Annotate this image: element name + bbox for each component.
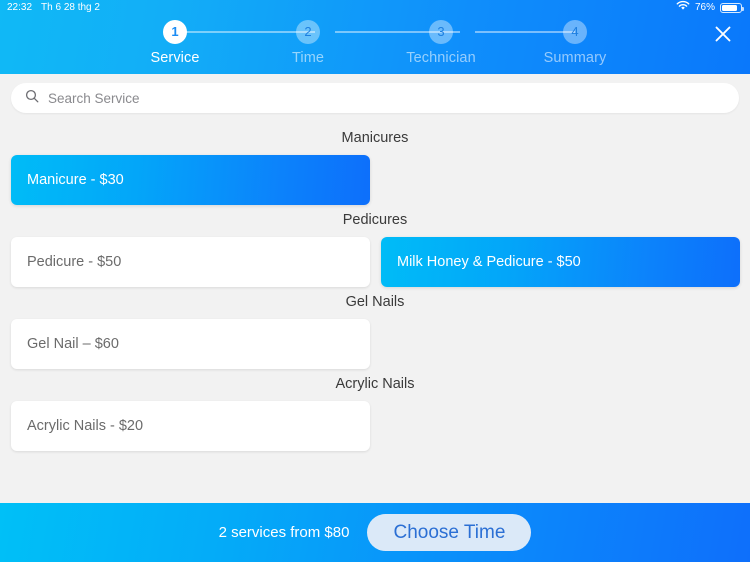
service-card-label: Pedicure - $50	[27, 254, 122, 270]
service-card-label: Acrylic Nails - $20	[27, 418, 144, 434]
step-technician-label: Technician	[406, 50, 476, 66]
category-row-manicures: Manicure - $30	[0, 155, 750, 205]
service-card-pedicure[interactable]: Pedicure - $50	[11, 237, 370, 287]
battery-percent: 76%	[694, 2, 715, 13]
category-title-manicures: Manicures	[341, 130, 409, 146]
service-card-label: Gel Nail – $60	[27, 336, 119, 352]
service-card-milk-honey-pedicure[interactable]: Milk Honey & Pedicure - $50	[381, 237, 740, 287]
close-icon	[715, 26, 731, 42]
service-card-label: Milk Honey & Pedicure - $50	[397, 254, 581, 270]
status-bar: 22:32 Th 6 28 thg 2 76%	[0, 0, 750, 16]
progress-stepper: 1 Service 2 Time 3 Technician 4 Summary	[145, 20, 606, 70]
category-title-pedicures: Pedicures	[342, 212, 408, 228]
step-time-label: Time	[291, 50, 325, 66]
service-card-gel-nail[interactable]: Gel Nail – $60	[11, 319, 370, 369]
search-input[interactable]	[48, 90, 725, 106]
service-card-label: Manicure - $30	[27, 172, 124, 188]
status-bar-left: 22:32 Th 6 28 thg 2	[7, 0, 100, 16]
category-row-gel-nails: Gel Nail – $60	[0, 319, 750, 369]
step-time[interactable]: 2 Time	[253, 20, 363, 66]
category-row-acrylic-nails: Acrylic Nails - $20	[0, 401, 750, 451]
wifi-icon	[676, 0, 690, 17]
status-bar-right: 76%	[676, 0, 744, 17]
step-summary-label: Summary	[543, 50, 607, 66]
step-service[interactable]: 1 Service	[120, 20, 230, 66]
step-technician[interactable]: 3 Technician	[386, 20, 496, 66]
step-summary-number: 4	[563, 20, 587, 44]
step-time-number: 2	[296, 20, 320, 44]
step-service-number: 1	[163, 20, 187, 44]
status-time: 22:32	[7, 2, 33, 13]
choose-time-button[interactable]: Choose Time	[367, 514, 532, 551]
step-summary[interactable]: 4 Summary	[520, 20, 630, 66]
bottom-action-bar: 2 services from $80 Choose Time	[0, 503, 750, 562]
header: 22:32 Th 6 28 thg 2 76% 1 Service 2 Time…	[0, 0, 750, 74]
status-date: Th 6 28 thg 2	[41, 2, 100, 13]
booking-screen: 22:32 Th 6 28 thg 2 76% 1 Service 2 Time…	[0, 0, 750, 562]
selection-summary: 2 services from $80	[218, 524, 350, 541]
search-bar[interactable]	[11, 83, 739, 113]
search-icon	[25, 89, 39, 108]
step-technician-number: 3	[429, 20, 453, 44]
service-card-acrylic-nails[interactable]: Acrylic Nails - $20	[11, 401, 370, 451]
close-button[interactable]	[705, 16, 741, 52]
category-title-acrylic-nails: Acrylic Nails	[335, 376, 415, 392]
step-service-label: Service	[150, 50, 200, 66]
category-title-gel-nails: Gel Nails	[345, 294, 405, 310]
battery-icon	[720, 3, 744, 13]
category-row-pedicures: Pedicure - $50 Milk Honey & Pedicure - $…	[0, 237, 750, 287]
service-list[interactable]: Manicures Manicure - $30 Pedicures Pedic…	[0, 123, 750, 503]
service-card-manicure[interactable]: Manicure - $30	[11, 155, 370, 205]
